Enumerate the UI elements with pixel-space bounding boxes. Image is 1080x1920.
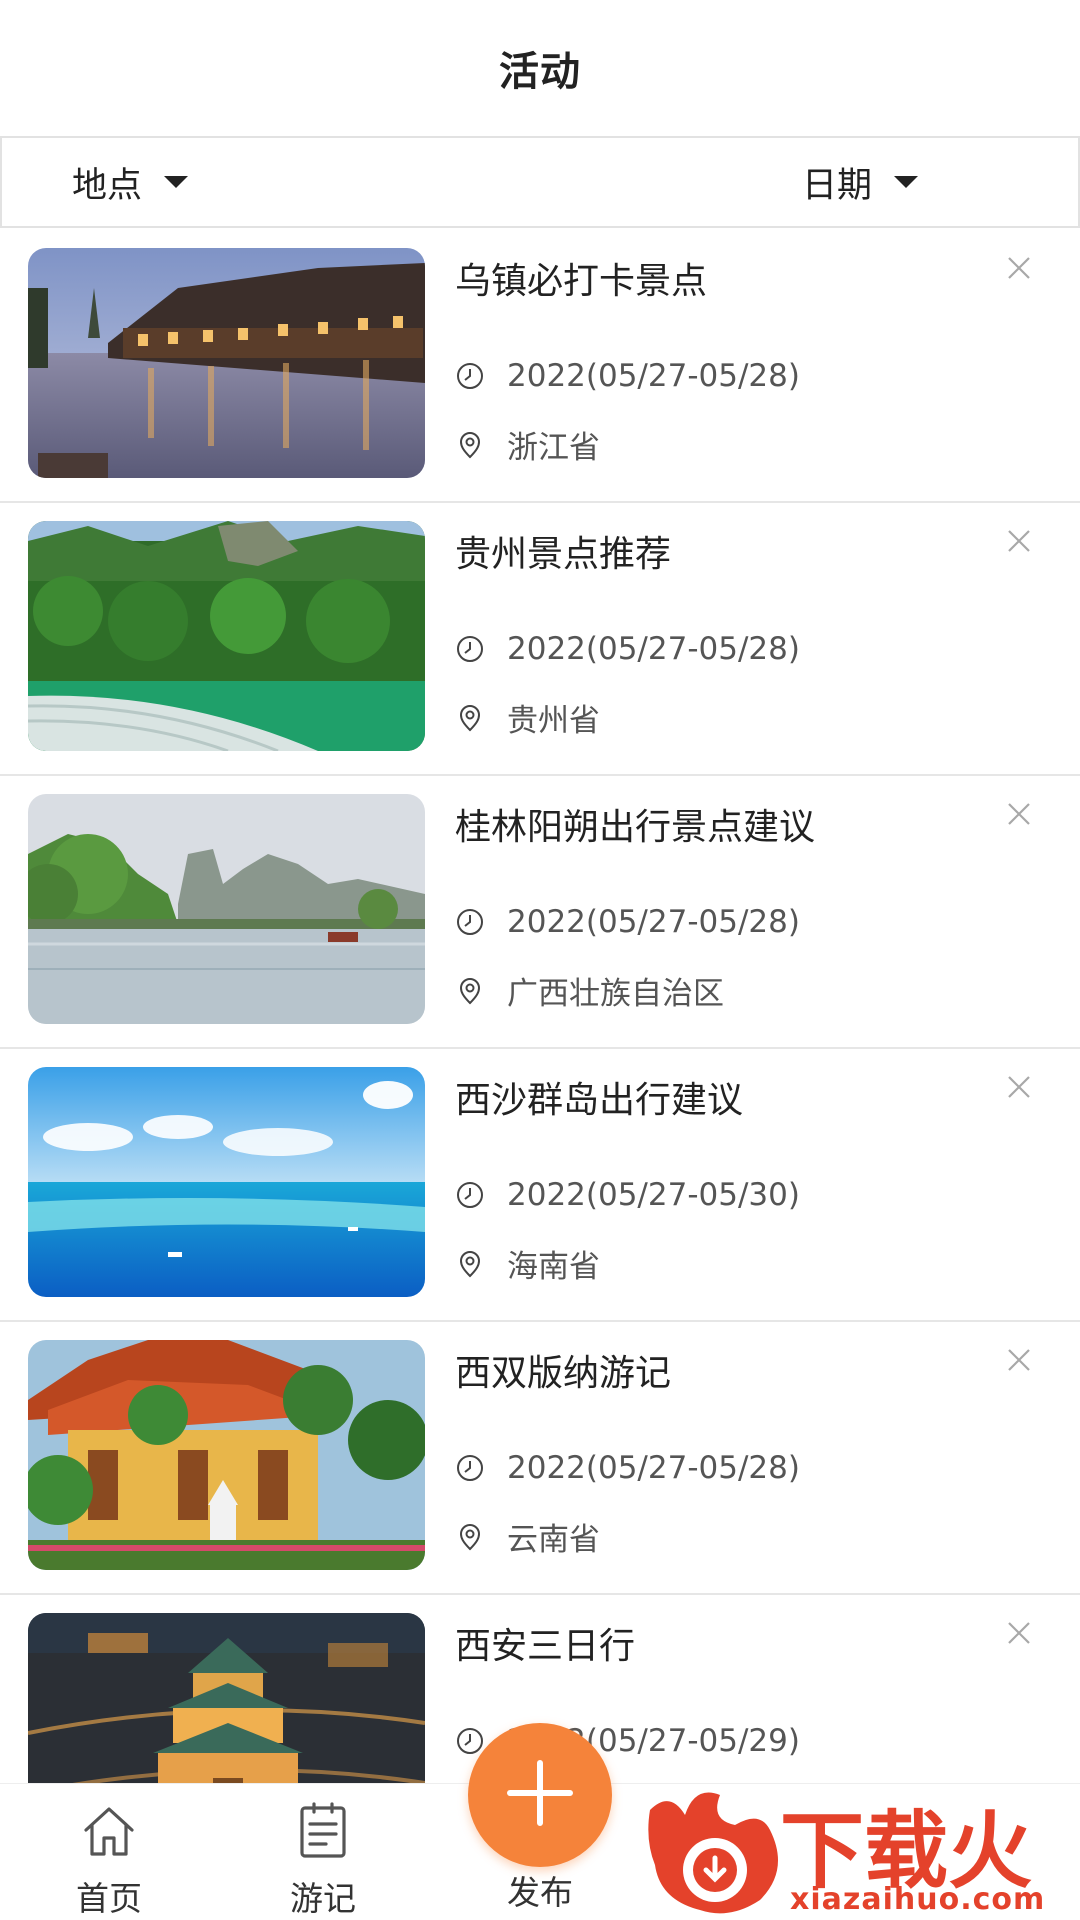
location-text: 云南省 [507, 1522, 600, 1558]
activity-location: 浙江省 [455, 422, 600, 467]
date-text: 2022(05/27-05/28) [507, 358, 800, 394]
location-text: 贵州省 [507, 703, 600, 739]
location-filter-label: 地点 [72, 165, 143, 206]
date-text: 2022(05/27-05/28) [507, 631, 800, 667]
activity-date: 2022(05/27-05/28) [455, 1450, 800, 1486]
date-filter[interactable]: 日期 [802, 138, 919, 226]
close-icon[interactable] [1003, 1617, 1035, 1649]
activity-date: 2022(05/27-05/28) [455, 904, 800, 940]
tab-publish-label: 发布 [507, 1873, 573, 1912]
date-filter-label: 日期 [802, 165, 873, 206]
activity-thumbnail[interactable] [28, 794, 425, 1024]
location-text: 广西壮族自治区 [507, 976, 724, 1012]
plus-icon [502, 1755, 578, 1835]
activity-title: 乌镇必打卡景点 [455, 261, 708, 302]
list-item[interactable]: 桂林阳朔出行景点建议 2022(05/27-05/28) 广西壮族自治区 [0, 776, 1080, 1049]
close-icon[interactable] [1003, 1344, 1035, 1376]
tab-notes-label: 游记 [290, 1879, 356, 1918]
clock-icon [455, 907, 485, 937]
activity-title: 桂林阳朔出行景点建议 [455, 807, 816, 848]
activity-date: 2022(05/27-05/30) [455, 1177, 800, 1213]
date-text: 2022(05/27-05/30) [507, 1177, 800, 1213]
activity-location: 海南省 [455, 1241, 600, 1286]
tab-home-label: 首页 [76, 1879, 142, 1918]
activity-thumbnail[interactable] [28, 248, 425, 478]
activity-location: 广西壮族自治区 [455, 968, 724, 1013]
tab-home[interactable]: 首页 [44, 1784, 174, 1920]
date-text: 2022(05/27-05/28) [507, 1450, 800, 1486]
close-icon[interactable] [1003, 1071, 1035, 1103]
watermark-url: xiazaihuo.com [790, 1882, 1046, 1917]
watermark: 下载火 xiazaihuo.com [640, 1780, 1080, 1920]
flame-logo-icon [648, 1792, 778, 1914]
activity-title: 西沙群岛出行建议 [455, 1080, 744, 1121]
close-icon[interactable] [1003, 525, 1035, 557]
activity-list: 乌镇必打卡景点 2022(05/27-05/28) 浙江省 贵州景点推荐 202… [0, 230, 1080, 1868]
list-item[interactable]: 西双版纳游记 2022(05/27-05/28) 云南省 [0, 1322, 1080, 1595]
location-text: 浙江省 [507, 430, 600, 466]
clock-icon [455, 1180, 485, 1210]
close-icon[interactable] [1003, 252, 1035, 284]
activity-thumbnail[interactable] [28, 1340, 425, 1570]
filter-bar: 地点 日期 [0, 136, 1080, 228]
location-pin-icon [455, 1522, 485, 1552]
caret-down-icon [164, 176, 189, 188]
activity-title: 西安三日行 [455, 1626, 636, 1667]
activity-date: 2022(05/27-05/28) [455, 358, 800, 394]
notes-icon [292, 1800, 354, 1862]
list-item[interactable]: 乌镇必打卡景点 2022(05/27-05/28) 浙江省 [0, 230, 1080, 503]
date-text: 2022(05/27-05/28) [507, 904, 800, 940]
home-icon [78, 1800, 140, 1862]
clock-icon [455, 1726, 485, 1756]
activity-date: 2022(05/27-05/28) [455, 631, 800, 667]
activity-title: 西双版纳游记 [455, 1353, 672, 1394]
publish-button[interactable] [468, 1723, 612, 1867]
list-item[interactable]: 贵州景点推荐 2022(05/27-05/28) 贵州省 [0, 503, 1080, 776]
top-bar: 活动 [0, 0, 1080, 136]
activity-location: 贵州省 [455, 695, 600, 740]
clock-icon [455, 634, 485, 664]
caret-down-icon [894, 176, 919, 188]
activity-location: 云南省 [455, 1514, 600, 1559]
page-title: 活动 [499, 49, 581, 95]
clock-icon [455, 1453, 485, 1483]
activity-title: 贵州景点推荐 [455, 534, 672, 575]
activity-thumbnail[interactable] [28, 521, 425, 751]
close-icon[interactable] [1003, 798, 1035, 830]
location-pin-icon [455, 430, 485, 460]
clock-icon [455, 361, 485, 391]
location-pin-icon [455, 1249, 485, 1279]
location-filter[interactable]: 地点 [72, 138, 189, 226]
tab-notes[interactable]: 游记 [258, 1784, 388, 1920]
location-pin-icon [455, 976, 485, 1006]
activity-thumbnail[interactable] [28, 1067, 425, 1297]
location-pin-icon [455, 703, 485, 733]
location-text: 海南省 [507, 1249, 600, 1285]
list-item[interactable]: 西沙群岛出行建议 2022(05/27-05/30) 海南省 [0, 1049, 1080, 1322]
